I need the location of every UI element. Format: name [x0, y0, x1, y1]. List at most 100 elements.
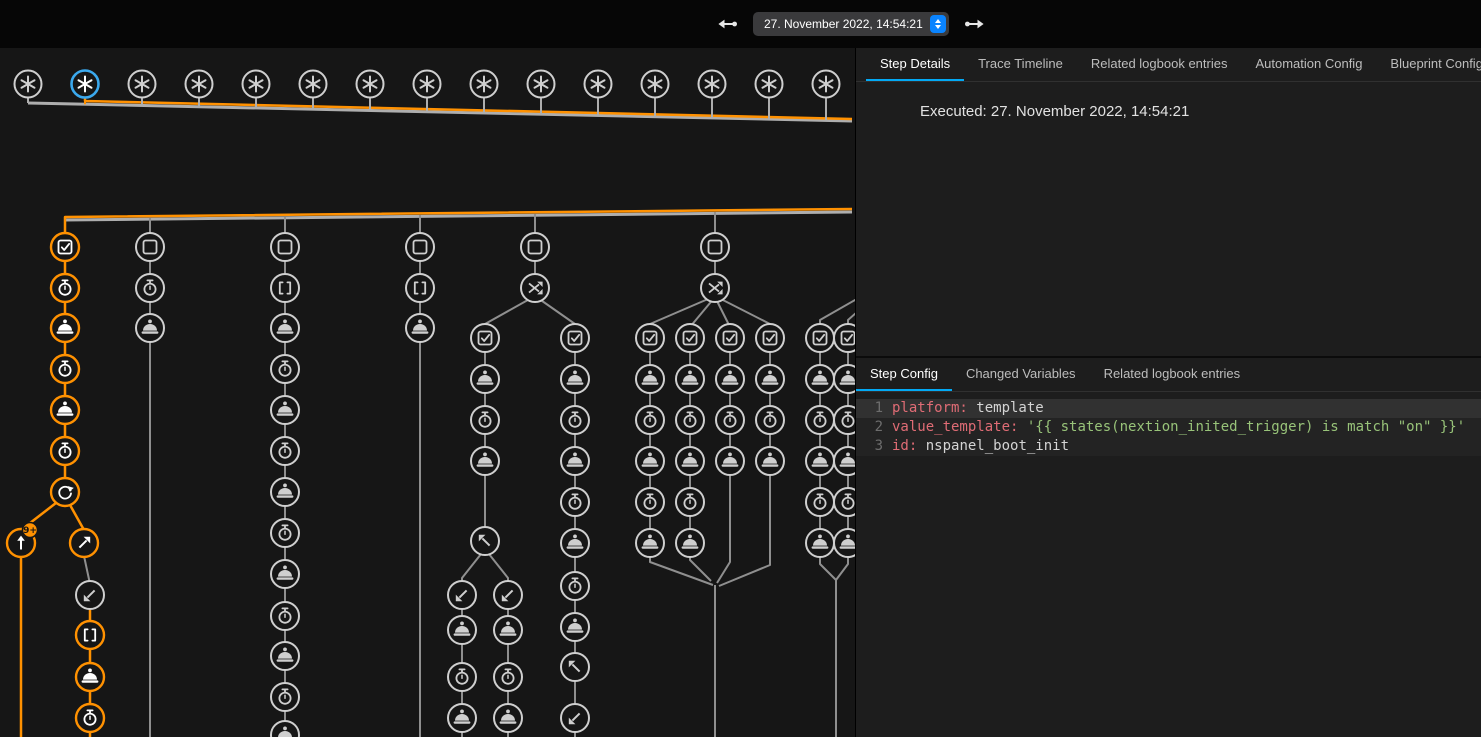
- service-node[interactable]: [636, 365, 664, 393]
- brackets-node[interactable]: [76, 621, 104, 649]
- service-node[interactable]: [51, 314, 79, 342]
- delay-node[interactable]: [271, 683, 299, 711]
- service-node[interactable]: [494, 616, 522, 644]
- service-node[interactable]: [271, 642, 299, 670]
- delay-node[interactable]: [51, 355, 79, 383]
- service-node[interactable]: [271, 478, 299, 506]
- tab-automation-config[interactable]: Automation Config: [1241, 48, 1376, 81]
- delay-node[interactable]: [494, 663, 522, 691]
- service-node[interactable]: [806, 447, 834, 475]
- condition-node[interactable]: [701, 233, 729, 261]
- delay-node[interactable]: [51, 437, 79, 465]
- trace-run-select[interactable]: 27. November 2022, 14:54:21: [753, 12, 949, 36]
- condition-checked-node[interactable]: [756, 324, 784, 352]
- tab-blueprint-config[interactable]: Blueprint Config: [1376, 48, 1481, 81]
- condition-node[interactable]: [136, 233, 164, 261]
- service-node[interactable]: [561, 529, 589, 557]
- trigger-node[interactable]: [528, 71, 555, 98]
- arrow-sw-node[interactable]: [494, 581, 522, 609]
- condition-node[interactable]: [521, 233, 549, 261]
- tab-step-details[interactable]: Step Details: [866, 48, 964, 81]
- delay-node[interactable]: [676, 406, 704, 434]
- trigger-node[interactable]: [129, 71, 156, 98]
- delay-node[interactable]: [271, 602, 299, 630]
- service-node[interactable]: [676, 365, 704, 393]
- service-node[interactable]: [716, 447, 744, 475]
- delay-node[interactable]: [676, 488, 704, 516]
- trigger-node[interactable]: [699, 71, 726, 98]
- service-node[interactable]: [448, 616, 476, 644]
- service-node[interactable]: [676, 529, 704, 557]
- delay-node[interactable]: [561, 488, 589, 516]
- service-node[interactable]: [676, 447, 704, 475]
- trigger-node[interactable]: [414, 71, 441, 98]
- tab-changed-variables[interactable]: Changed Variables: [952, 358, 1090, 391]
- trigger-node[interactable]: [15, 71, 42, 98]
- trigger-node[interactable]: [471, 71, 498, 98]
- delay-node[interactable]: [471, 406, 499, 434]
- tab-trace-timeline[interactable]: Trace Timeline: [964, 48, 1077, 81]
- service-node[interactable]: [806, 365, 834, 393]
- service-node[interactable]: [136, 314, 164, 342]
- delay-node[interactable]: [271, 437, 299, 465]
- service-node[interactable]: [834, 365, 855, 393]
- service-node[interactable]: [271, 721, 299, 737]
- condition-checked-node[interactable]: [636, 324, 664, 352]
- arrow-nw-node[interactable]: [561, 653, 589, 681]
- delay-node[interactable]: [136, 274, 164, 302]
- delay-node[interactable]: [834, 488, 855, 516]
- delay-node[interactable]: [636, 406, 664, 434]
- service-node[interactable]: [806, 529, 834, 557]
- delay-node[interactable]: [76, 704, 104, 732]
- trigger-node[interactable]: [357, 71, 384, 98]
- service-node[interactable]: [561, 365, 589, 393]
- service-node[interactable]: [636, 447, 664, 475]
- delay-node[interactable]: [448, 663, 476, 691]
- service-node[interactable]: [756, 447, 784, 475]
- service-node[interactable]: [561, 447, 589, 475]
- service-node[interactable]: [636, 529, 664, 557]
- arrow-sw-node[interactable]: [76, 581, 104, 609]
- service-node[interactable]: [76, 663, 104, 691]
- service-node[interactable]: [448, 704, 476, 732]
- delay-node[interactable]: [561, 572, 589, 600]
- condition-checked-node[interactable]: [834, 324, 855, 352]
- trigger-node[interactable]: [186, 71, 213, 98]
- delay-node[interactable]: [716, 406, 744, 434]
- parallel-node[interactable]: [701, 274, 729, 302]
- repeat-node[interactable]: [51, 478, 79, 506]
- trigger-node[interactable]: [72, 71, 99, 98]
- delay-node[interactable]: [51, 274, 79, 302]
- tab-related-logbook-entries[interactable]: Related logbook entries: [1077, 48, 1242, 81]
- condition-checked-node[interactable]: [561, 324, 589, 352]
- trigger-node[interactable]: [243, 71, 270, 98]
- brackets-node[interactable]: [406, 274, 434, 302]
- service-node[interactable]: [271, 396, 299, 424]
- service-node[interactable]: [716, 365, 744, 393]
- trigger-node[interactable]: [813, 71, 840, 98]
- delay-node[interactable]: [561, 406, 589, 434]
- condition-checked-node[interactable]: [51, 233, 79, 261]
- brackets-node[interactable]: [271, 274, 299, 302]
- delay-node[interactable]: [271, 519, 299, 547]
- service-node[interactable]: [471, 447, 499, 475]
- tab-step-config[interactable]: Step Config: [856, 358, 952, 391]
- condition-checked-node[interactable]: [716, 324, 744, 352]
- delay-node[interactable]: [756, 406, 784, 434]
- service-node[interactable]: [561, 613, 589, 641]
- prev-trace-button[interactable]: [714, 11, 740, 37]
- arrow-ne-node[interactable]: [70, 529, 98, 557]
- delay-node[interactable]: [834, 406, 855, 434]
- service-node[interactable]: [471, 365, 499, 393]
- delay-node[interactable]: [806, 488, 834, 516]
- condition-checked-node[interactable]: [471, 324, 499, 352]
- service-node[interactable]: [271, 560, 299, 588]
- arrow-sw-node[interactable]: [448, 581, 476, 609]
- condition-checked-node[interactable]: [676, 324, 704, 352]
- delay-node[interactable]: [806, 406, 834, 434]
- delay-node[interactable]: [271, 355, 299, 383]
- service-node[interactable]: [271, 314, 299, 342]
- service-node[interactable]: [494, 704, 522, 732]
- service-node[interactable]: [756, 365, 784, 393]
- service-node[interactable]: [834, 529, 855, 557]
